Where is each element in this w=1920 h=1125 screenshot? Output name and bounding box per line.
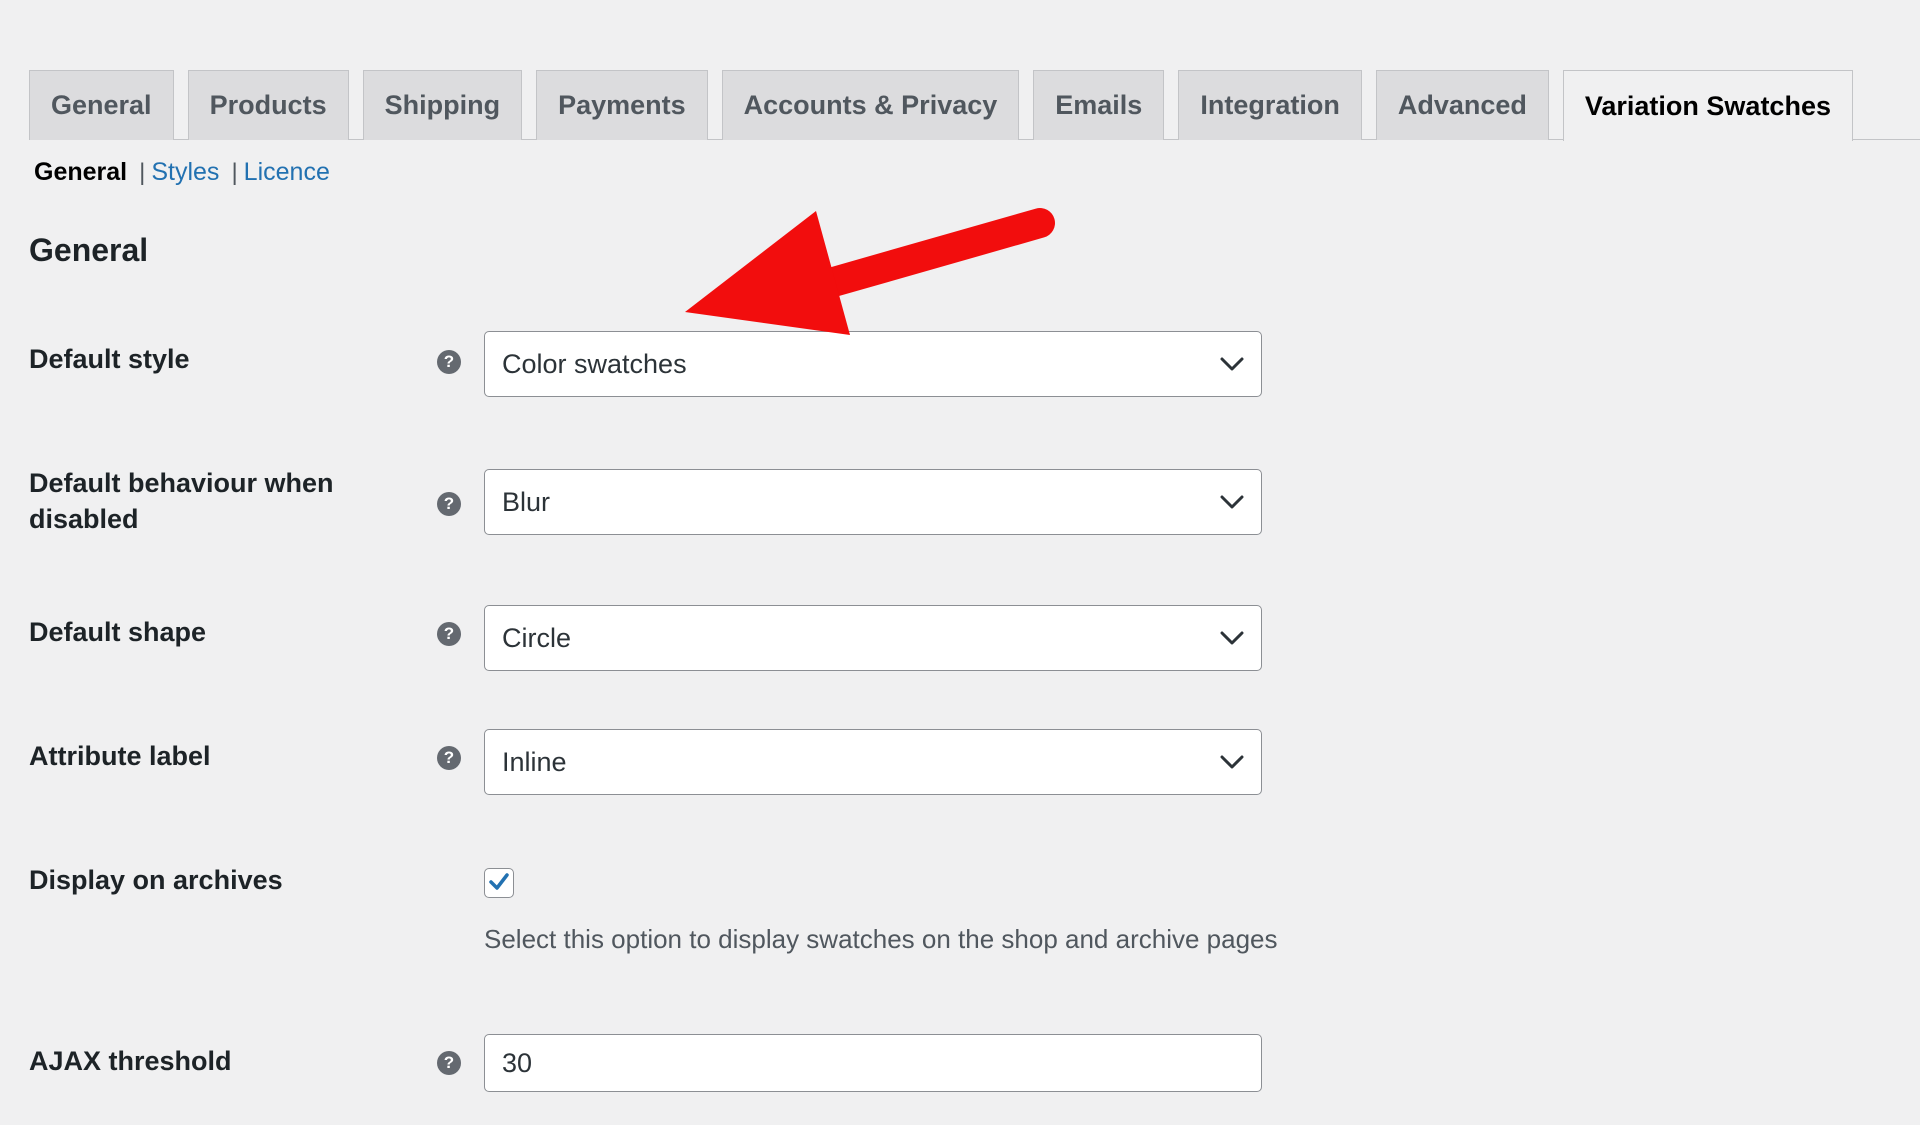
tab-shipping[interactable]: Shipping (362, 70, 523, 140)
settings-page: General Products Shipping Payments Accou… (0, 0, 1920, 1125)
subnav-general-current: General (34, 158, 128, 186)
display-on-archives-label: Display on archives (29, 865, 283, 895)
default-behaviour-select[interactable]: Blur (484, 469, 1262, 535)
subnav-separator: | (139, 158, 146, 186)
question-circle-icon[interactable]: ? (437, 746, 461, 770)
tab-products[interactable]: Products (187, 70, 349, 140)
tab-integration[interactable]: Integration (1178, 70, 1362, 140)
tab-general[interactable]: General (29, 70, 174, 140)
ajax-threshold-input[interactable]: 30 (484, 1034, 1262, 1092)
checkmark-icon (489, 873, 509, 890)
default-shape-label: Default shape (29, 617, 207, 647)
ajax-threshold-value: 30 (502, 1047, 533, 1078)
tab-advanced[interactable]: Advanced (1375, 70, 1549, 140)
ajax-threshold-label: AJAX threshold (29, 1046, 232, 1076)
section-title: General (29, 232, 149, 268)
attribute-label-select[interactable]: Inline (484, 729, 1262, 795)
settings-tabs: General Products Shipping Payments Accou… (29, 70, 1867, 141)
chevron-down-icon (1220, 631, 1244, 645)
chevron-down-icon (1220, 755, 1244, 769)
attribute-label-label: Attribute label (29, 741, 211, 771)
default-style-label: Default style (29, 344, 190, 374)
red-arrow-annotation (685, 208, 1055, 335)
chevron-down-icon (1220, 357, 1244, 371)
default-shape-select[interactable]: Circle (484, 605, 1262, 671)
question-circle-icon[interactable]: ? (437, 492, 461, 516)
question-circle-icon[interactable]: ? (437, 350, 461, 374)
tab-emails[interactable]: Emails (1033, 70, 1165, 140)
question-circle-icon[interactable]: ? (437, 1051, 461, 1075)
display-on-archives-checkbox[interactable] (484, 868, 514, 898)
default-style-value: Color swatches (502, 348, 687, 379)
tab-variation-swatches[interactable]: Variation Swatches (1562, 70, 1853, 141)
subnav-styles-link[interactable]: Styles (151, 158, 219, 187)
subnav-separator: | (231, 158, 238, 186)
question-circle-icon[interactable]: ? (437, 622, 461, 646)
tab-accounts-privacy[interactable]: Accounts & Privacy (721, 70, 1020, 140)
default-behaviour-label: Default behaviour when disabled (29, 468, 334, 534)
default-behaviour-value: Blur (502, 486, 551, 517)
default-shape-value: Circle (502, 622, 572, 653)
display-on-archives-description: Select this option to display swatches o… (484, 924, 1278, 954)
sub-navigation: General | Styles | Licence (34, 158, 330, 187)
chevron-down-icon (1220, 495, 1244, 509)
subnav-licence-link[interactable]: Licence (244, 158, 330, 187)
attribute-label-value: Inline (502, 746, 567, 777)
tab-payments[interactable]: Payments (536, 70, 708, 140)
